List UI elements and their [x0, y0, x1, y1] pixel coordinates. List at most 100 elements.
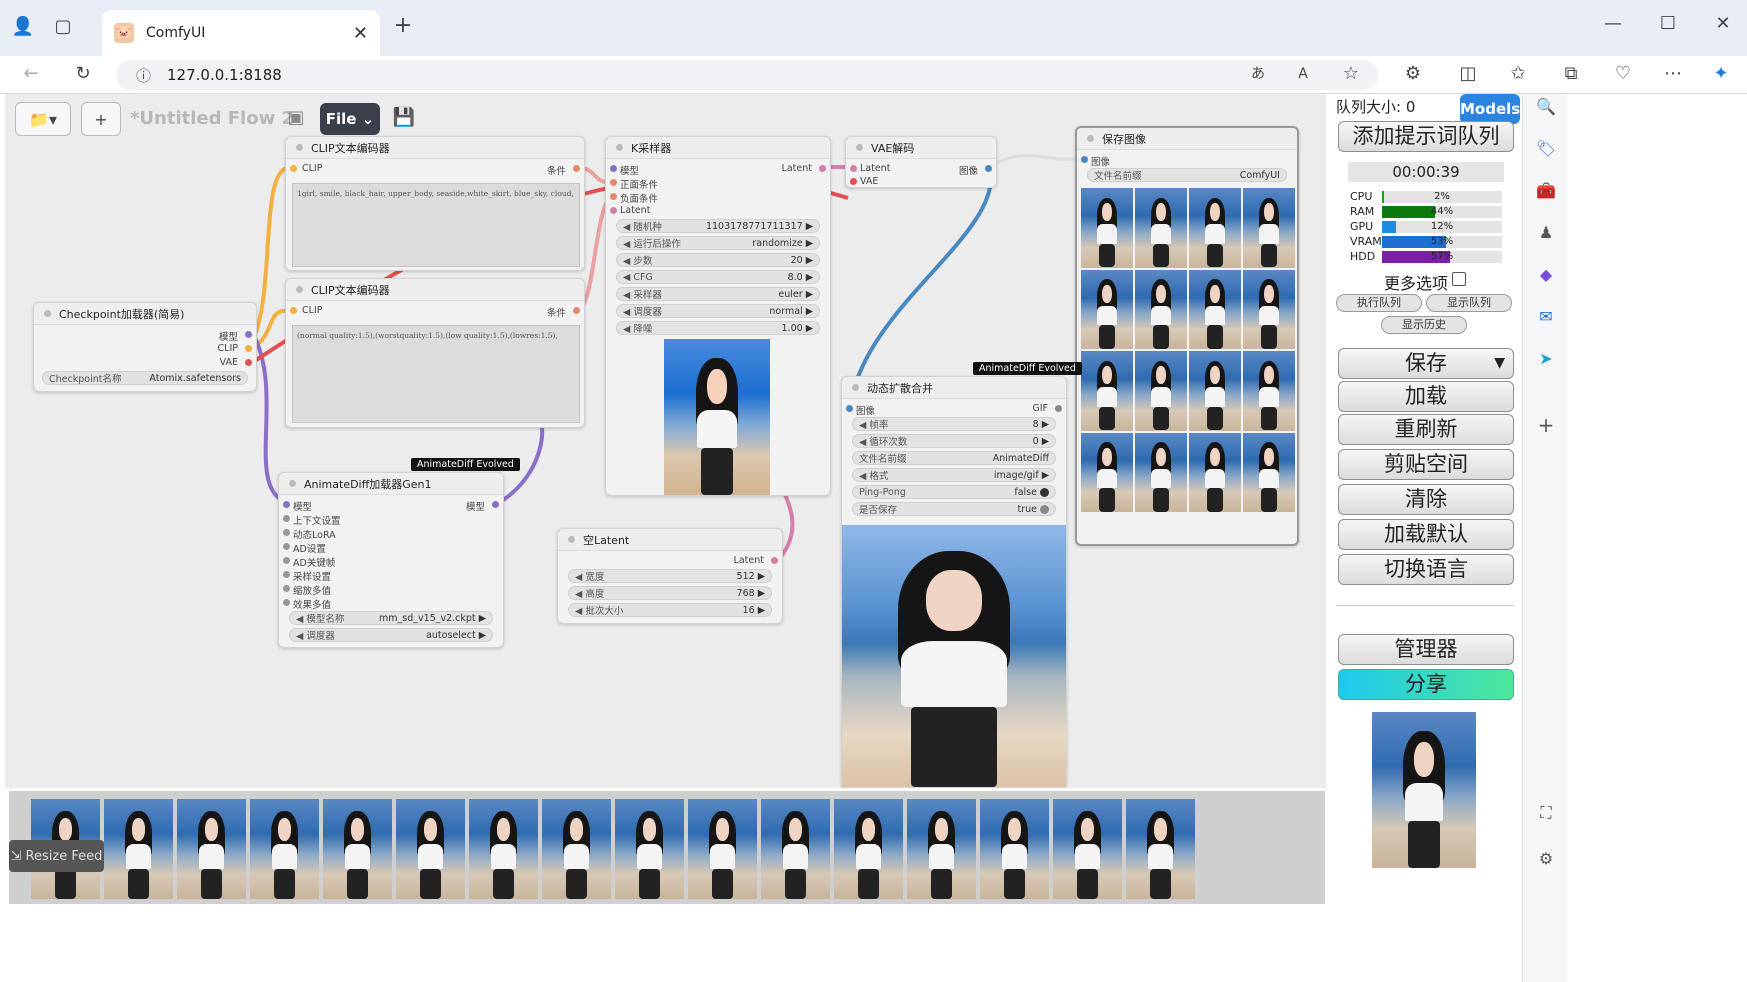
thumbnail-image[interactable]: [980, 799, 1049, 899]
image-feed[interactable]: [9, 791, 1325, 904]
loop-count-widget[interactable]: ◀ 循环次数 0 ▶: [852, 434, 1056, 448]
thumbnail-image[interactable]: [323, 799, 392, 899]
output-slot[interactable]: [245, 345, 252, 352]
thumbnail-image[interactable]: [1081, 188, 1133, 268]
height-widget[interactable]: ◀ 高度 768 ▶: [568, 586, 772, 600]
thumbnail-image[interactable]: [1243, 269, 1295, 349]
vae-decode-node[interactable]: VAE解码 Latent VAE 图像: [845, 136, 997, 188]
browser-essentials-icon[interactable]: ♡: [1610, 62, 1636, 88]
width-widget[interactable]: ◀ 宽度 512 ▶: [568, 569, 772, 583]
input-slot[interactable]: [290, 165, 297, 172]
thumbnail-image[interactable]: [688, 799, 757, 899]
save-button[interactable]: 保存 ▼: [1338, 348, 1514, 379]
sampler-widget[interactable]: ◀ 采样器 euler ▶: [616, 287, 820, 301]
browser-tab[interactable]: 🐷 ComfyUI ✕: [102, 10, 380, 56]
games-icon[interactable]: ♟: [1533, 220, 1559, 246]
thumbnail-image[interactable]: [1081, 269, 1133, 349]
frame-rate-widget[interactable]: ◀ 帧率 8 ▶: [852, 417, 1056, 431]
thumbnail-image[interactable]: [1135, 188, 1187, 268]
view-history-button[interactable]: 显示历史: [1381, 316, 1467, 334]
reload-icon[interactable]: ↻: [70, 62, 96, 88]
refresh-button[interactable]: 重刷新: [1338, 414, 1514, 445]
input-slot[interactable]: [1081, 156, 1088, 163]
thumbnail-image[interactable]: [469, 799, 538, 899]
load-default-button[interactable]: 加载默认: [1338, 519, 1514, 550]
thumbnail-image[interactable]: [1189, 351, 1241, 431]
share-button[interactable]: 分享: [1338, 669, 1514, 700]
prompt-textarea[interactable]: (normal quality:1.5),(worstquality:1.5),…: [292, 325, 580, 423]
input-slot[interactable]: [610, 179, 617, 186]
collapse-dot-icon[interactable]: [296, 144, 303, 151]
clipspace-button[interactable]: 剪贴空间: [1338, 449, 1514, 480]
minimize-icon[interactable]: —: [1600, 12, 1626, 38]
prompt-textarea[interactable]: 1girl, smile, black_hair, upper_body, se…: [292, 183, 580, 267]
input-slot[interactable]: [283, 515, 290, 522]
show-queue-button[interactable]: 显示队列: [1426, 294, 1512, 312]
thumbnail-image[interactable]: [1135, 351, 1187, 431]
graph-canvas[interactable]: 📁▾ + *Untitled Flow 2 ▣ File ⌄ 💾 Checkpo…: [5, 94, 1477, 788]
filename-prefix-widget[interactable]: 文件名前缀 AnimateDiff: [852, 451, 1056, 465]
thumbnail-image[interactable]: [615, 799, 684, 899]
animatediff-combine-node[interactable]: 动态扩散合并 图像 GIF ◀ 帧率 8 ▶ ◀ 循环次数 0 ▶ 文件名前缀 Ani…: [841, 376, 1067, 788]
thumbnail-image[interactable]: [1243, 188, 1295, 268]
input-slot[interactable]: [283, 557, 290, 564]
empty-latent-node[interactable]: 空Latent Latent ◀ 宽度 512 ▶ ◀ 高度 768 ▶ ◀ 批次大…: [557, 528, 783, 624]
format-widget[interactable]: ◀ 格式 image/gif ▶: [852, 468, 1056, 482]
close-window-icon[interactable]: ✕: [1710, 12, 1736, 38]
collapse-dot-icon[interactable]: [852, 384, 859, 391]
save-image-node[interactable]: 保存图像 图像 文件名前缀 ComfyUI: [1075, 126, 1299, 546]
favorite-star-icon[interactable]: ☆: [1338, 62, 1364, 88]
clip-text-encode-negative-node[interactable]: CLIP文本编码器 CLIP 条件 (normal quality:1.5),(…: [285, 278, 585, 428]
more-options-checkbox[interactable]: [1452, 272, 1466, 286]
input-slot[interactable]: [283, 501, 290, 508]
read-aloud-icon[interactable]: A: [1290, 62, 1316, 88]
thumbnail-image[interactable]: [1243, 432, 1295, 512]
filename-prefix-widget[interactable]: 文件名前缀 ComfyUI: [1087, 168, 1287, 182]
input-slot[interactable]: [290, 307, 297, 314]
steps-widget[interactable]: ◀ 步数 20 ▶: [616, 253, 820, 267]
input-slot[interactable]: [610, 207, 617, 214]
save-output-toggle[interactable]: 是否保存 true: [852, 502, 1056, 516]
resize-feed-button[interactable]: ⇲ Resize Feed: [9, 840, 104, 872]
thumbnail-image[interactable]: [1053, 799, 1122, 899]
thumbnail-image[interactable]: [1189, 432, 1241, 512]
collapse-dot-icon[interactable]: [568, 536, 575, 543]
input-slot[interactable]: [850, 178, 857, 185]
input-slot[interactable]: [283, 571, 290, 578]
input-slot[interactable]: [610, 165, 617, 172]
thumbnail-image[interactable]: [1081, 351, 1133, 431]
collections-icon[interactable]: ⧉: [1558, 62, 1584, 88]
new-tab-icon[interactable]: +: [390, 14, 416, 40]
add-sidebar-icon[interactable]: +: [1533, 412, 1559, 438]
queue-prompt-button[interactable]: 添加提示词队列: [1338, 121, 1514, 152]
animatediff-loader-node[interactable]: AnimateDiff加载器Gen1 模型 上下文设置 动态LoRA AD设置 AD关键…: [278, 472, 504, 648]
back-icon[interactable]: ←: [18, 62, 44, 88]
output-slot[interactable]: [771, 557, 778, 564]
view-queue-button[interactable]: 执行队列: [1336, 294, 1422, 312]
thumbnail-image[interactable]: [1135, 432, 1187, 512]
output-slot[interactable]: [245, 359, 252, 366]
input-slot[interactable]: [283, 585, 290, 592]
thumbnail-image[interactable]: [761, 799, 830, 899]
screenshot-icon[interactable]: ⛶: [1533, 800, 1559, 826]
ping-pong-toggle[interactable]: Ping-Pong false: [852, 485, 1056, 499]
close-tab-icon[interactable]: ✕: [353, 23, 368, 44]
clear-button[interactable]: 清除: [1338, 484, 1514, 515]
control-after-generate-widget[interactable]: ◀ 运行后操作 randomize ▶: [616, 236, 820, 250]
copilot-icon[interactable]: ✦: [1708, 62, 1734, 88]
outlook-icon[interactable]: ✉: [1533, 304, 1559, 330]
input-slot[interactable]: [283, 529, 290, 536]
batch-size-widget[interactable]: ◀ 批次大小 16 ▶: [568, 603, 772, 617]
thumbnail-image[interactable]: [1135, 269, 1187, 349]
thumbnail-image[interactable]: [907, 799, 976, 899]
output-slot[interactable]: [573, 165, 580, 172]
output-slot[interactable]: [819, 165, 826, 172]
url-field[interactable]: ⓘ 127.0.0.1:8188: [116, 60, 1378, 90]
output-slot[interactable]: [985, 165, 992, 172]
thumbnail-image[interactable]: [1189, 188, 1241, 268]
output-slot[interactable]: [1055, 405, 1062, 412]
denoise-widget[interactable]: ◀ 降噪 1.00 ▶: [616, 321, 820, 335]
load-button[interactable]: 加载: [1338, 381, 1514, 412]
checkpoint-loader-node[interactable]: Checkpoint加载器(简易) 模型 CLIP VAE Checkpoint…: [33, 302, 257, 392]
clip-text-encode-positive-node[interactable]: CLIP文本编码器 CLIP 条件 1girl, smile, black_ha…: [285, 136, 585, 271]
